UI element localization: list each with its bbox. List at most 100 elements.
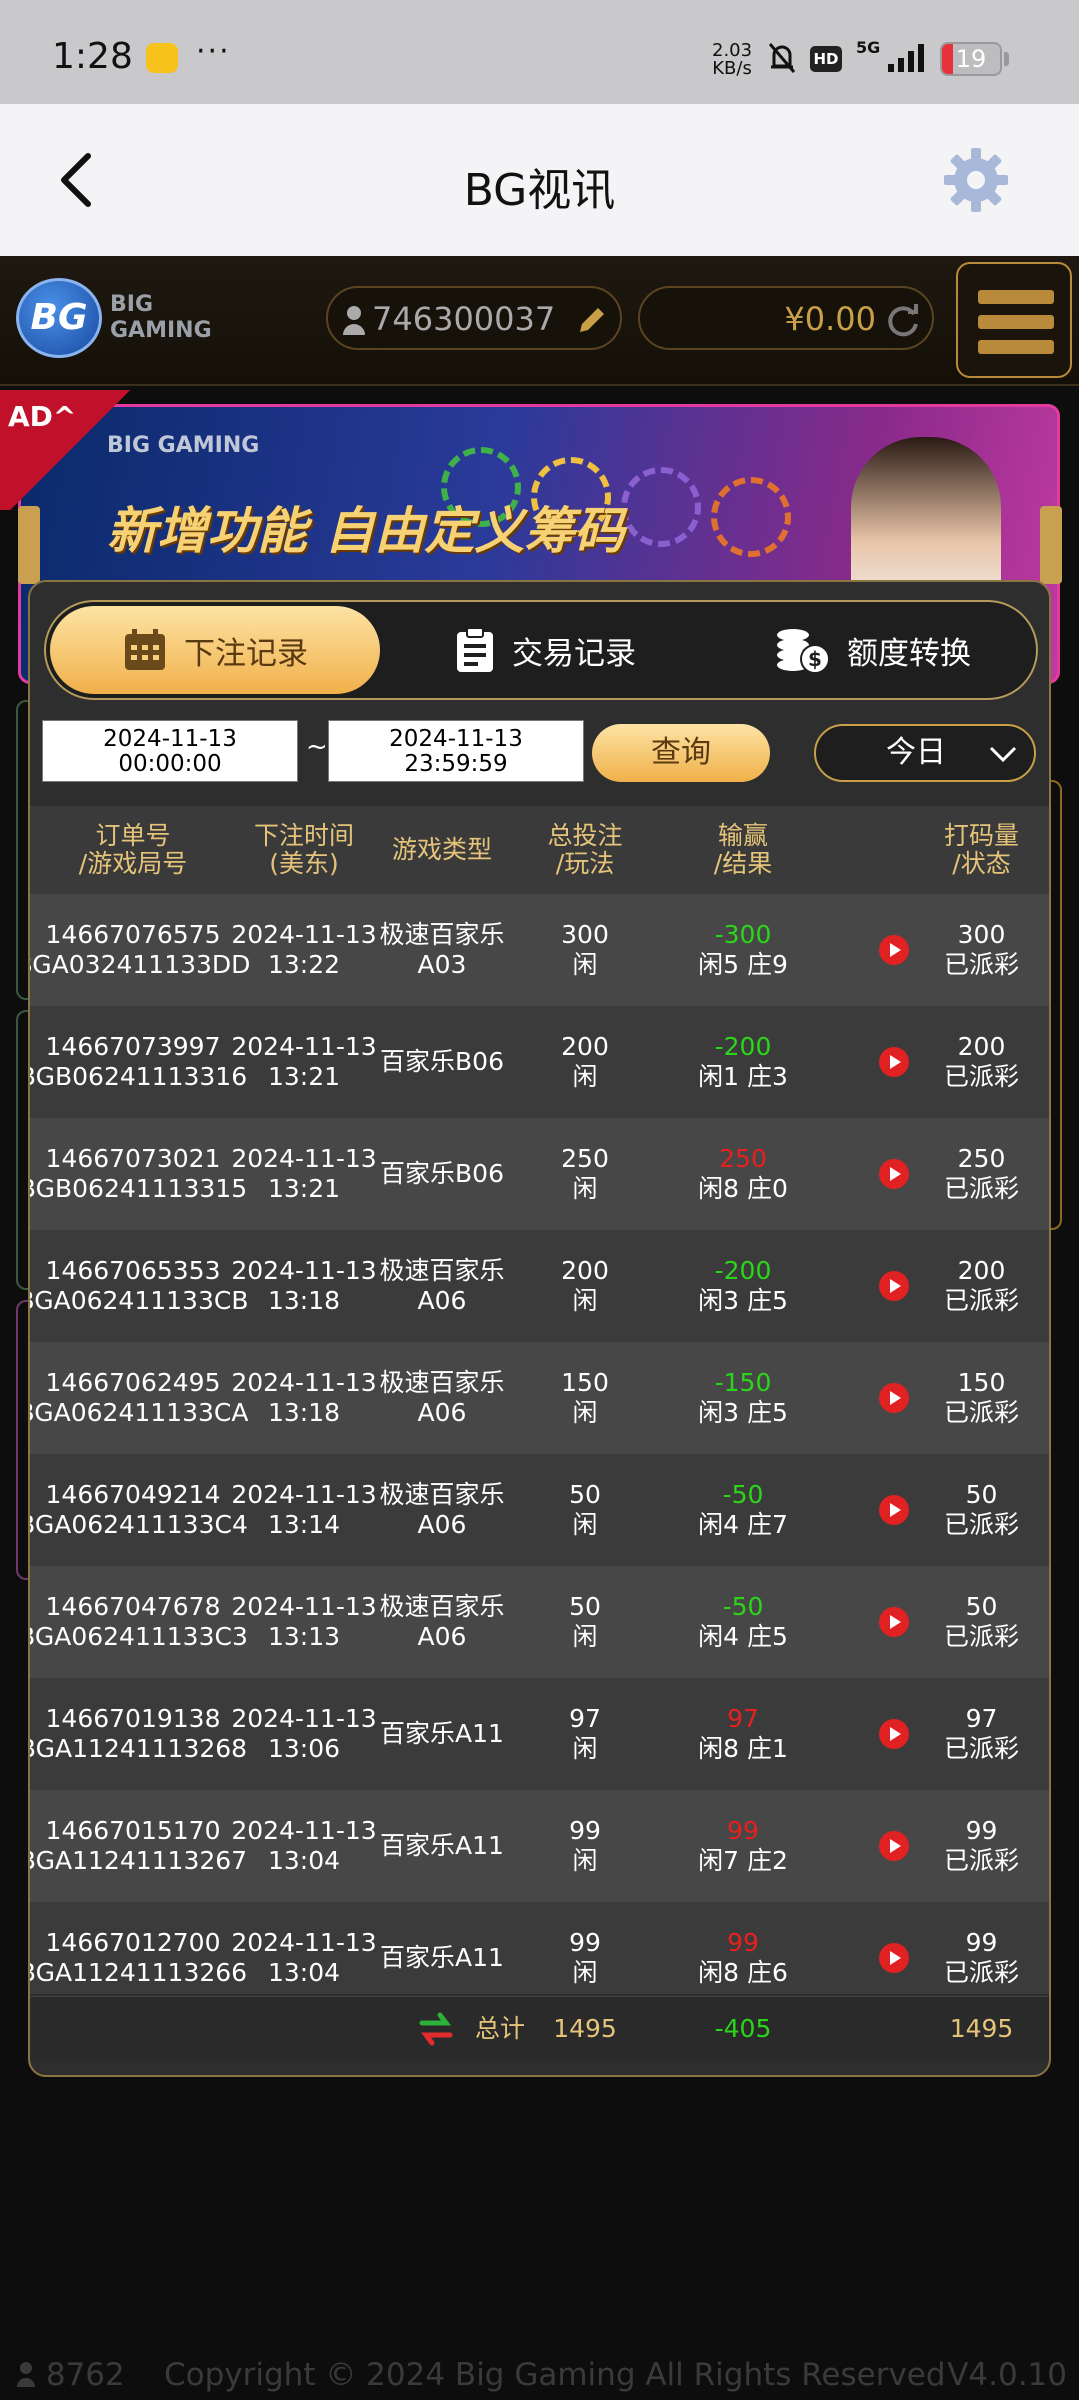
replay-video-icon[interactable] bbox=[878, 1718, 910, 1750]
header-order: 订单号/游戏局号 bbox=[30, 806, 236, 894]
banner-prev-button[interactable] bbox=[18, 506, 40, 584]
user-icon bbox=[17, 2362, 35, 2387]
logo-line-1: BIG bbox=[110, 292, 154, 317]
game-table: A03 bbox=[417, 950, 467, 979]
table-row[interactable]: 14667065353 BGA062411133CB 2024-11-13 13:18… bbox=[30, 1230, 1049, 1342]
table-row[interactable]: 14667073021 BGB06241113315 2024-11-13 13:21… bbox=[30, 1118, 1049, 1230]
bet-amount: 50 bbox=[569, 1480, 601, 1509]
bet-cell: 200 闲 bbox=[512, 1006, 658, 1118]
replay-video-icon[interactable] bbox=[878, 1270, 910, 1302]
replay-video-icon[interactable] bbox=[878, 1158, 910, 1190]
win-loss-cell: -50 闲4 庄7 bbox=[658, 1454, 828, 1566]
date-range-value: 今日 bbox=[886, 735, 946, 770]
table-row[interactable]: 14667049214 BGA062411133C4 2024-11-13 13:14… bbox=[30, 1454, 1049, 1566]
table-row[interactable]: 14667076575 BGA032411133DD 2024-11-13 13:22… bbox=[30, 894, 1049, 1006]
end-date-input[interactable]: 2024-11-13 23:59:59 bbox=[328, 720, 584, 782]
replay-video-icon[interactable] bbox=[878, 1494, 910, 1526]
start-date-input[interactable]: 2024-11-13 00:00:00 bbox=[42, 720, 298, 782]
signal-icon bbox=[888, 44, 924, 72]
win-loss-cell: -300 闲5 庄9 bbox=[658, 894, 828, 1006]
tab-label: 额度转换 bbox=[847, 635, 971, 672]
ad-label[interactable]: AD^ bbox=[8, 400, 76, 433]
tab-credit-transfer[interactable]: $ 额度转换 bbox=[710, 606, 1036, 694]
bet-time: 13:04 bbox=[267, 1846, 341, 1875]
bet-date: 2024-11-13 bbox=[231, 1928, 377, 1957]
query-button[interactable]: 查询 bbox=[592, 724, 770, 782]
tab-bet-records[interactable]: 下注记录 bbox=[50, 606, 380, 694]
bet-time-cell: 2024-11-13 13:18 bbox=[231, 1342, 376, 1454]
bet-cell: 200 闲 bbox=[512, 1230, 658, 1342]
svg-text:$: $ bbox=[808, 647, 822, 671]
table-row[interactable]: 14667062495 BGA062411133CA 2024-11-13 13:18… bbox=[30, 1342, 1049, 1454]
win-loss-cell: 250 闲8 庄0 bbox=[658, 1118, 828, 1230]
tab-label: 交易记录 bbox=[512, 635, 636, 672]
turnover: 150 bbox=[957, 1368, 1006, 1397]
header-line: /玩法 bbox=[555, 849, 615, 878]
date-range-select[interactable]: 今日 bbox=[814, 724, 1036, 782]
banner-next-button[interactable] bbox=[1040, 506, 1062, 584]
replay-video-icon[interactable] bbox=[878, 1942, 910, 1974]
battery-icon: 19 bbox=[940, 42, 1002, 76]
order-number: 14667015170 bbox=[45, 1816, 221, 1845]
order-cell: 14667015170 BGA11241113267 bbox=[30, 1790, 247, 1902]
end-time: 23:59:59 bbox=[404, 751, 508, 777]
replay-video-icon[interactable] bbox=[878, 1830, 910, 1862]
result: 闲8 庄6 bbox=[698, 1958, 788, 1987]
app-header: BG视讯 bbox=[0, 104, 1079, 256]
win-loss: -200 bbox=[714, 1032, 772, 1061]
order-number: 14667065353 bbox=[45, 1256, 221, 1285]
turnover-cell: 50 已派彩 bbox=[910, 1566, 1049, 1678]
table-row[interactable]: 14667019138 BGA11241113268 2024-11-13 13:06… bbox=[30, 1678, 1049, 1790]
round-number: BGA032411133DD bbox=[30, 950, 251, 979]
replay-video-icon[interactable] bbox=[878, 934, 910, 966]
bet-cell: 99 闲 bbox=[512, 1790, 658, 1902]
bet-time: 13:21 bbox=[267, 1062, 341, 1091]
order-number: 14667047678 bbox=[45, 1592, 221, 1621]
status-bar: 1:28 ··· 2.03 KB/s HD 5G 19 bbox=[0, 0, 1079, 104]
table-row[interactable]: 14667073997 BGB06241113316 2024-11-13 13:21… bbox=[30, 1006, 1049, 1118]
online-count: 8762 bbox=[16, 2350, 125, 2400]
replay-video-icon[interactable] bbox=[878, 1606, 910, 1638]
order-number: 14667076575 bbox=[45, 920, 221, 949]
table-row[interactable]: 14667015170 BGA11241113267 2024-11-13 13:04… bbox=[30, 1790, 1049, 1902]
game-type-cell: 百家乐B06 bbox=[372, 1118, 512, 1230]
header-total-bet: 总投注/玩法 bbox=[512, 806, 658, 894]
records-table-body[interactable]: 14667076575 BGA032411133DD 2024-11-13 13:22… bbox=[30, 894, 1049, 1994]
refresh-icon[interactable] bbox=[884, 302, 922, 340]
game-type-cell: 极速百家乐 A06 bbox=[372, 1230, 512, 1342]
date-filter-row: 2024-11-13 00:00:00 ~ 2024-11-13 23:59:5… bbox=[30, 716, 1049, 796]
user-id-pill[interactable]: 746300037 bbox=[326, 286, 622, 350]
order-cell: 14667073021 BGB06241113315 bbox=[30, 1118, 247, 1230]
replay-video-icon[interactable] bbox=[878, 1382, 910, 1414]
swap-arrows-icon[interactable] bbox=[416, 2009, 456, 2049]
win-loss: 99 bbox=[727, 1816, 759, 1845]
bet-time-cell: 2024-11-13 13:21 bbox=[231, 1118, 376, 1230]
play-type: 闲 bbox=[572, 1958, 598, 1987]
bet-amount: 97 bbox=[569, 1704, 601, 1733]
gear-icon[interactable] bbox=[942, 146, 1010, 214]
game-name: 百家乐B06 bbox=[380, 1159, 504, 1188]
turnover: 200 bbox=[957, 1256, 1006, 1285]
win-loss-cell: -200 闲1 庄3 bbox=[658, 1006, 828, 1118]
menu-line bbox=[978, 340, 1054, 354]
pencil-icon[interactable] bbox=[574, 302, 610, 338]
replay-video-icon[interactable] bbox=[878, 1046, 910, 1078]
header-line: 打码量 bbox=[943, 821, 1019, 850]
hamburger-menu-icon[interactable] bbox=[956, 262, 1072, 378]
order-number: 14667019138 bbox=[45, 1704, 221, 1733]
turnover-cell: 200 已派彩 bbox=[910, 1230, 1049, 1342]
game-name: 极速百家乐 bbox=[379, 920, 505, 949]
bet-time-cell: 2024-11-13 13:06 bbox=[231, 1678, 376, 1790]
bet-date: 2024-11-13 bbox=[231, 1032, 377, 1061]
play-type: 闲 bbox=[572, 1398, 598, 1427]
records-modal: 下注记录 交易记录 $ 额度转换 2024-11-13 00:00:00 ~ 2… bbox=[28, 580, 1051, 2077]
header-line: 输赢 bbox=[717, 821, 768, 850]
menu-line bbox=[978, 290, 1054, 304]
turnover: 200 bbox=[957, 1032, 1006, 1061]
bet-amount: 99 bbox=[569, 1928, 601, 1957]
tab-transaction-records[interactable]: 交易记录 bbox=[380, 606, 710, 694]
game-type-cell: 极速百家乐 A06 bbox=[372, 1566, 512, 1678]
table-row[interactable]: 14667012700 BGA11241113266 2024-11-13 13:04… bbox=[30, 1902, 1049, 1994]
table-row[interactable]: 14667047678 BGA062411133C3 2024-11-13 13:13… bbox=[30, 1566, 1049, 1678]
bet-time: 13:18 bbox=[267, 1398, 341, 1427]
